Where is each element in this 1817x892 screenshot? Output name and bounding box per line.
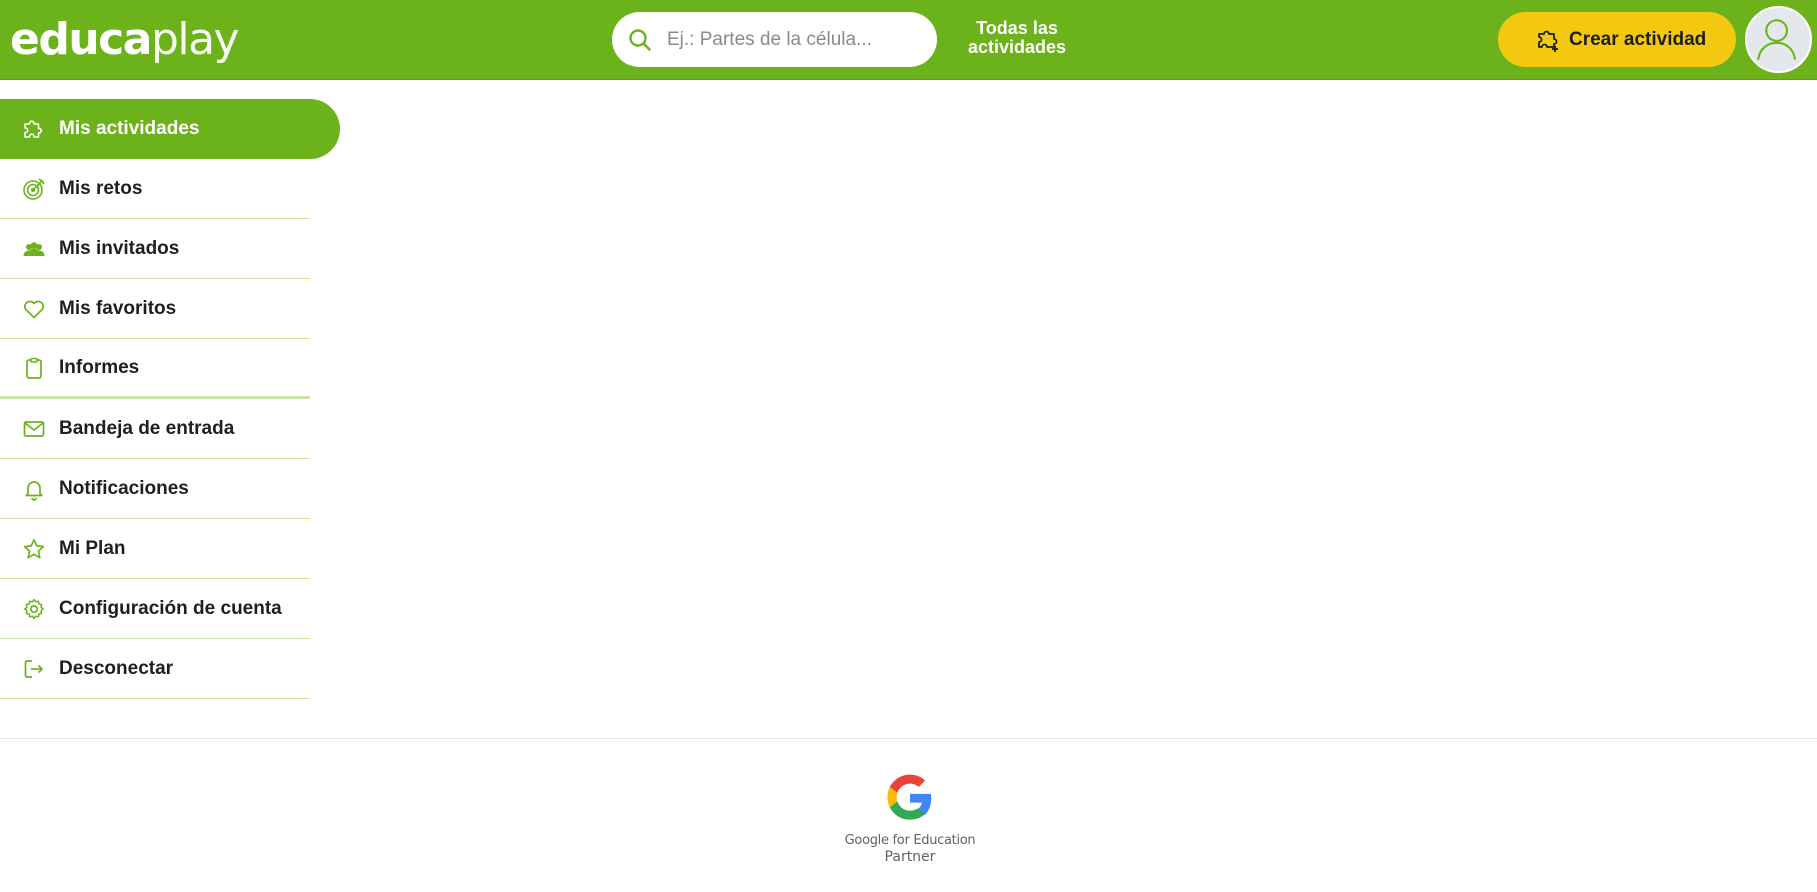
sidebar-item-desconectar[interactable]: Desconectar [0,639,310,699]
mail-icon [23,420,45,437]
sidebar-item-label: Mi Plan [59,537,126,559]
sidebar-item-mis-favoritos[interactable]: Mis favoritos [0,279,310,339]
google-g-icon [887,774,932,820]
logo-text-educa: educa [10,14,152,65]
sidebar-item-label: Notificaciones [59,477,189,499]
star-icon [23,538,45,559]
badge-line-1: Google for Education [844,833,976,848]
footer-divider [0,738,1817,739]
sidebar-item-mis-retos[interactable]: Mis retos [0,159,310,219]
all-activities-link[interactable]: Todas las actividades [955,19,1079,57]
puzzle-icon [24,120,43,138]
users-icon [23,241,45,256]
sidebar-item-mis-actividades[interactable]: Mis actividades [0,99,340,159]
logout-icon [24,659,43,678]
create-activity-label: Crear actividad [1569,28,1707,50]
heart-icon [23,300,45,318]
sidebar-item-label: Mis invitados [59,237,180,259]
sidebar-item-configuracion-de-cuenta[interactable]: Configuración de cuenta [0,579,310,639]
gear-icon [24,598,44,619]
sidebar-item-label: Informes [59,356,140,378]
sidebar-item-label: Mis favoritos [59,297,177,319]
user-avatar-icon [1757,19,1796,60]
sidebar-menu: Mis actividades Mis retos Mis invitados … [0,99,340,699]
google-for-education-badge: Google for Education Partner [820,772,1000,865]
sidebar-item-label: Desconectar [59,657,174,679]
sidebar-item-label: Mis retos [59,177,143,199]
search-input[interactable] [667,28,907,51]
bell-icon [25,480,43,501]
user-avatar[interactable] [1745,6,1812,73]
puzzle-plus-icon [1538,30,1558,52]
sidebar-item-bandeja-de-entrada[interactable]: Bandeja de entrada [0,399,310,459]
sidebar-item-notificaciones[interactable]: Notificaciones [0,459,310,519]
search-icon [629,28,651,51]
target-icon [23,177,45,200]
top-bar: educaplay Todas las actividades Crear ac… [0,0,1817,80]
sidebar-item-mi-plan[interactable]: Mi Plan [0,519,310,579]
logo-text-play: play [150,14,240,65]
create-activity-button[interactable]: Crear actividad [1498,12,1736,67]
search-box[interactable] [612,12,937,67]
badge-line-2: Partner [884,849,936,865]
sidebar-item-informes[interactable]: Informes [0,339,310,399]
sidebar-item-mis-invitados[interactable]: Mis invitados [0,219,310,279]
sidebar-item-label: Configuración de cuenta [59,597,282,619]
sidebar-item-label: Mis actividades [59,118,200,139]
sidebar-item-label: Bandeja de entrada [59,417,235,439]
educaplay-logo[interactable]: educa play [10,12,240,68]
clipboard-icon [26,357,42,379]
